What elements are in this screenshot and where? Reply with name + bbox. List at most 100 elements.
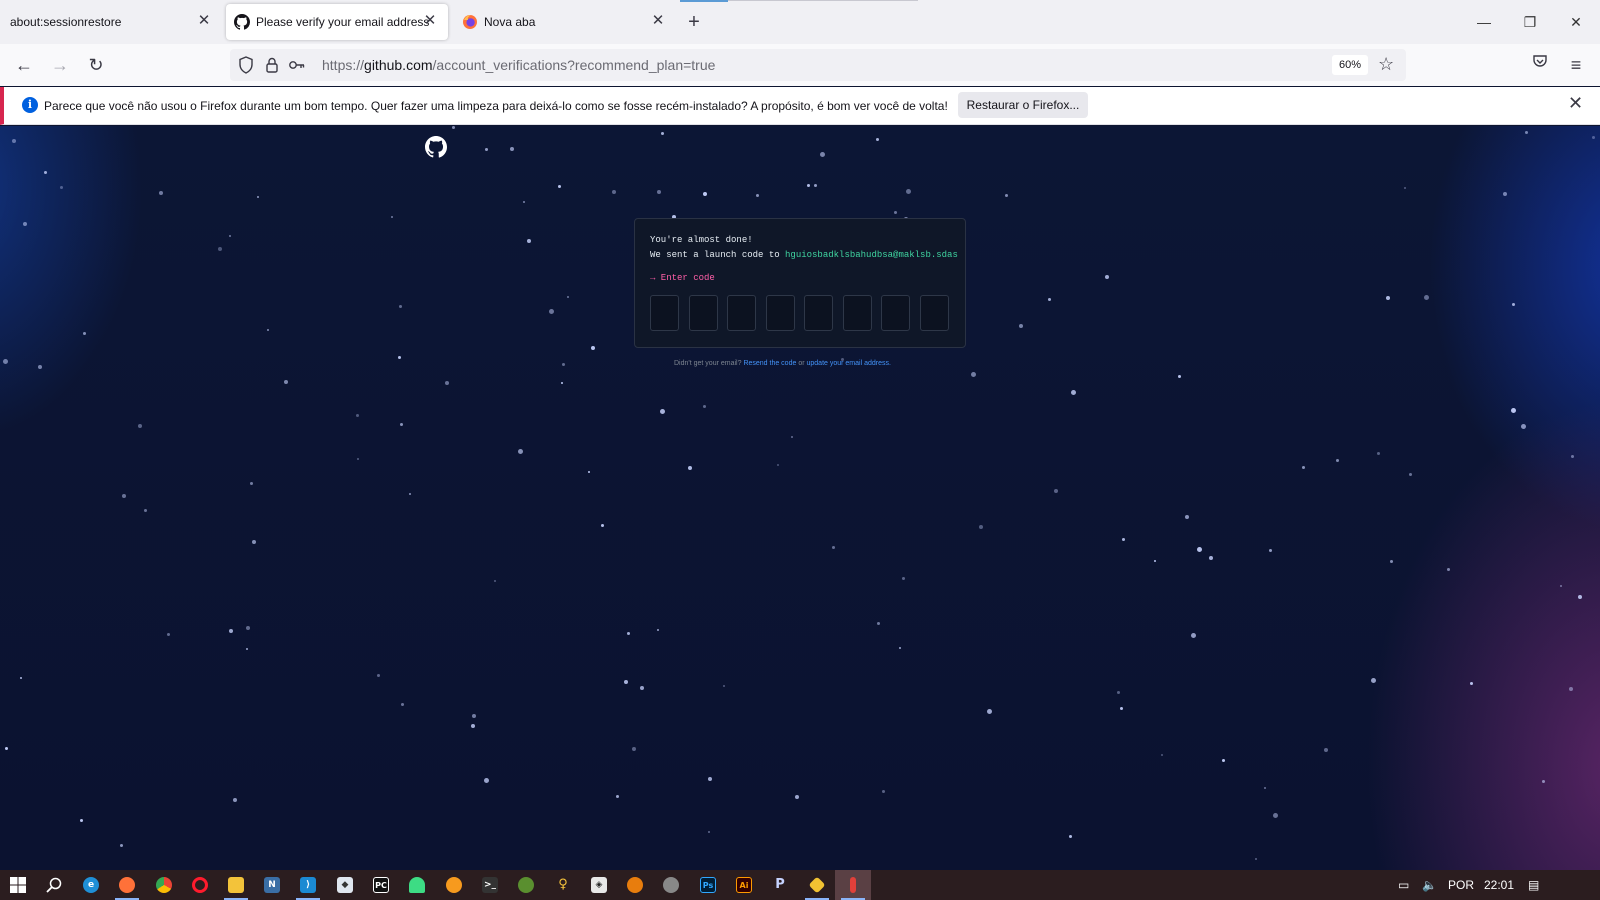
star-dot (1054, 489, 1058, 493)
star-dot (1302, 466, 1305, 469)
tab-nova-aba[interactable]: Nova aba ✕ (454, 4, 676, 40)
notifications-icon[interactable]: ▤ (1528, 878, 1539, 892)
code-digit-input[interactable] (688, 295, 718, 331)
firefox-taskbar-button[interactable] (109, 870, 145, 900)
pocket-icon[interactable] (1528, 53, 1552, 77)
star-dot (657, 629, 659, 631)
star-dot (1578, 595, 1582, 599)
network-icon[interactable]: ▭ (1398, 878, 1409, 892)
star-dot (820, 152, 825, 157)
tab-title: Nova aba (484, 15, 536, 29)
terminal-icon: >_ (482, 877, 498, 893)
code-digit-input[interactable] (650, 295, 679, 331)
app-n-taskbar-button[interactable]: N (254, 870, 290, 900)
pycharm-taskbar-button[interactable]: PC (363, 870, 399, 900)
star-dot (167, 633, 170, 636)
app-p-icon: P (775, 877, 785, 892)
close-window-button[interactable]: ✕ (1564, 10, 1588, 34)
star-dot (471, 724, 475, 728)
back-button[interactable]: ← (12, 53, 36, 77)
star-dot (23, 222, 27, 226)
app-p-taskbar-button[interactable]: P (762, 870, 798, 900)
start-button[interactable] (0, 870, 36, 900)
restore-button[interactable]: ❐ (1518, 10, 1542, 34)
app-shield-taskbar-button[interactable]: ◆ (327, 870, 363, 900)
notification-bar: i Parece que você não usou o Firefox dur… (0, 87, 1600, 125)
resend-or: or (796, 360, 807, 367)
file-explorer-taskbar-button[interactable] (218, 870, 254, 900)
pycharm-icon: PC (373, 877, 389, 893)
resend-code-link[interactable]: Resend the code (743, 360, 796, 367)
star-dot (38, 365, 42, 369)
close-icon[interactable]: ✕ (650, 13, 666, 29)
tab-strip-line (728, 0, 918, 1)
bookmark-star-icon[interactable]: ☆ (1378, 54, 1394, 75)
zoom-indicator[interactable]: 60% (1332, 55, 1368, 75)
app-green-taskbar-button[interactable] (508, 870, 544, 900)
code-digit-input[interactable] (804, 295, 833, 331)
firefox-icon (119, 877, 135, 893)
app-bulb-taskbar-button[interactable]: ♀ (545, 870, 581, 900)
opera-taskbar-button[interactable] (182, 870, 218, 900)
code-digit-input[interactable] (842, 295, 872, 331)
reload-button[interactable]: ↻ (84, 53, 108, 77)
photoshop-taskbar-button[interactable]: Ps (690, 870, 726, 900)
sent-code-text: We sent a launch code to hguiosbadklsbah… (650, 250, 958, 260)
vscode-taskbar-button[interactable]: ⟩ (290, 870, 326, 900)
star-dot (1511, 408, 1516, 413)
star-dot (523, 201, 525, 203)
tab-verify-email[interactable]: Please verify your email address ✕ (226, 4, 448, 40)
star-dot (1404, 187, 1406, 189)
star-dot (484, 778, 489, 783)
new-tab-button[interactable]: + (684, 12, 704, 32)
app-dev-taskbar-button[interactable] (653, 870, 689, 900)
close-icon[interactable]: ✕ (1568, 93, 1583, 114)
git-taskbar-button[interactable] (799, 870, 835, 900)
android-studio-taskbar-button[interactable] (399, 870, 435, 900)
app-orange-taskbar-button[interactable] (436, 870, 472, 900)
restore-firefox-button[interactable]: Restaurar o Firefox... (958, 92, 1088, 118)
url-text[interactable]: https://github.com/account_verifications… (322, 57, 715, 73)
unity-taskbar-button[interactable]: ◈ (581, 870, 617, 900)
star-dot (723, 685, 725, 687)
star-dot (906, 189, 911, 194)
close-icon[interactable]: ✕ (422, 13, 438, 29)
menu-icon[interactable]: ≡ (1564, 53, 1588, 77)
chrome-taskbar-button[interactable] (146, 870, 182, 900)
star-dot (1542, 780, 1545, 783)
star-dot (138, 424, 142, 428)
update-email-link[interactable]: update your email address. (807, 360, 891, 367)
star-dot (1019, 324, 1023, 328)
search-button[interactable] (36, 870, 72, 900)
star-dot (703, 192, 707, 196)
language-indicator[interactable]: POR (1448, 878, 1474, 892)
clock[interactable]: 22:01 (1484, 878, 1514, 892)
address-bar[interactable]: https://github.com/account_verifications… (230, 49, 1406, 81)
code-digit-input[interactable] (765, 295, 795, 331)
app-red-taskbar-button[interactable] (835, 870, 871, 900)
close-icon[interactable]: ✕ (196, 13, 212, 29)
star-dot (398, 356, 401, 359)
star-dot (882, 790, 885, 793)
lock-icon[interactable] (264, 56, 282, 74)
terminal-taskbar-button[interactable]: >_ (472, 870, 508, 900)
star-dot (246, 626, 250, 630)
star-dot (1512, 303, 1515, 306)
illustrator-taskbar-button[interactable]: Ai (726, 870, 762, 900)
forward-button[interactable]: → (48, 53, 72, 77)
shield-icon[interactable] (238, 56, 256, 74)
github-logo-icon[interactable] (425, 136, 448, 158)
key-icon[interactable] (288, 56, 306, 74)
star-dot (832, 546, 835, 549)
volume-icon[interactable]: 🔈 (1422, 878, 1437, 892)
star-dot (987, 709, 992, 714)
minimize-button[interactable]: — (1472, 10, 1496, 34)
code-digit-input[interactable] (919, 295, 949, 331)
github-icon (234, 14, 250, 30)
blender-taskbar-button[interactable] (617, 870, 653, 900)
star-dot (1191, 633, 1196, 638)
code-digit-input[interactable] (881, 295, 910, 331)
code-digit-input[interactable] (727, 295, 756, 331)
tab-sessionrestore[interactable]: about:sessionrestore ✕ (0, 4, 222, 40)
edge-taskbar-button[interactable]: e (73, 870, 109, 900)
